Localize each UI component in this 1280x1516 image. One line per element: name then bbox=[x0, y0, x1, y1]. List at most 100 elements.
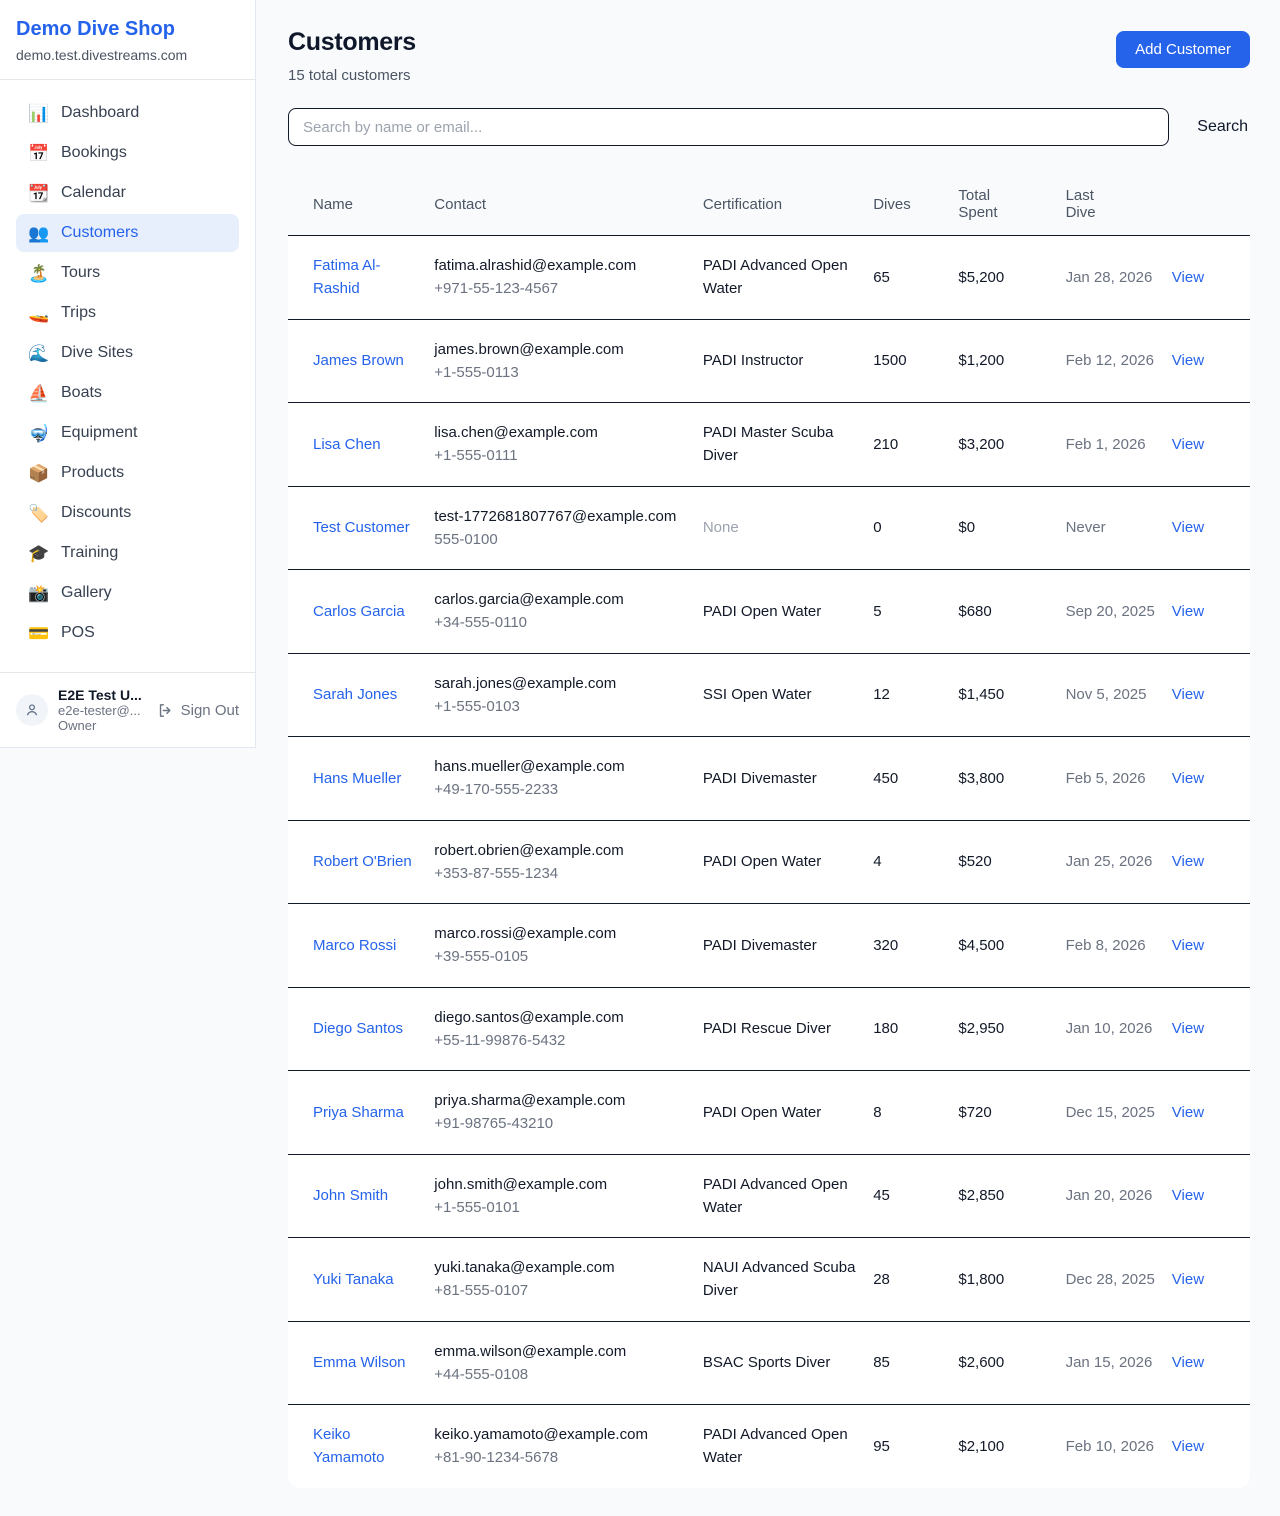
table-row: Lisa Chenlisa.chen@example.com+1-555-011… bbox=[288, 403, 1250, 487]
view-customer-link[interactable]: View bbox=[1172, 1354, 1204, 1371]
view-customer-link[interactable]: View bbox=[1172, 352, 1204, 369]
sidebar-item-discounts[interactable]: 🏷️Discounts bbox=[16, 494, 239, 532]
sidebar-user-footer: E2E Test U... e2e-tester@... Owner Sign … bbox=[0, 672, 255, 747]
sidebar-item-training[interactable]: 🎓Training bbox=[16, 534, 239, 572]
contact-cell: james.brown@example.com+1-555-0113 bbox=[434, 319, 703, 403]
sidebar-item-trips[interactable]: 🚤Trips bbox=[16, 294, 239, 332]
certification-cell: PADI Open Water bbox=[703, 820, 873, 904]
sidebar-item-equipment[interactable]: 🤿Equipment bbox=[16, 414, 239, 452]
column-header-actions bbox=[1172, 173, 1250, 236]
calendar-icon: 📅 bbox=[28, 145, 48, 162]
sidebar-item-gallery[interactable]: 📸Gallery bbox=[16, 574, 239, 612]
sidebar-item-label: Boats bbox=[61, 384, 102, 402]
dives-cell: 450 bbox=[873, 737, 958, 821]
sidebar-item-customers[interactable]: 👥Customers bbox=[16, 214, 239, 252]
camera-icon: 📸 bbox=[28, 585, 48, 602]
add-customer-button[interactable]: Add Customer bbox=[1116, 31, 1250, 68]
page-header-text: Customers 15 total customers bbox=[288, 28, 416, 84]
customer-name-link[interactable]: Fatima Al-Rashid bbox=[313, 257, 381, 297]
customer-name-link[interactable]: James Brown bbox=[313, 352, 404, 369]
name-cell: John Smith bbox=[288, 1154, 434, 1238]
dives-cell: 12 bbox=[873, 653, 958, 737]
package-icon: 📦 bbox=[28, 465, 48, 482]
customer-name-link[interactable]: Lisa Chen bbox=[313, 436, 381, 453]
sidebar-item-label: Products bbox=[61, 464, 124, 482]
sidebar-item-label: Equipment bbox=[61, 424, 138, 442]
certification-cell: PADI Advanced Open Water bbox=[703, 1405, 873, 1488]
total-spent-cell: $1,450 bbox=[958, 653, 1065, 737]
shop-domain: demo.test.divestreams.com bbox=[16, 47, 239, 63]
customer-email: fatima.alrashid@example.com bbox=[434, 254, 693, 277]
sidebar-item-bookings[interactable]: 📅Bookings bbox=[16, 134, 239, 172]
customer-name-link[interactable]: Carlos Garcia bbox=[313, 603, 405, 620]
view-customer-link[interactable]: View bbox=[1172, 937, 1204, 954]
customer-name-link[interactable]: Priya Sharma bbox=[313, 1104, 404, 1121]
customer-name-link[interactable]: Keiko Yamamoto bbox=[313, 1426, 384, 1466]
sidebar-item-label: Tours bbox=[61, 264, 100, 282]
sidebar-item-pos[interactable]: 💳POS bbox=[16, 614, 239, 652]
contact-cell: test-1772681807767@example.com555-0100 bbox=[434, 486, 703, 570]
total-spent-cell: $2,100 bbox=[958, 1405, 1065, 1488]
view-customer-link[interactable]: View bbox=[1172, 1271, 1204, 1288]
total-spent-cell: $3,800 bbox=[958, 737, 1065, 821]
name-cell: Test Customer bbox=[288, 486, 434, 570]
contact-cell: john.smith@example.com+1-555-0101 bbox=[434, 1154, 703, 1238]
table-row: Keiko Yamamotokeiko.yamamoto@example.com… bbox=[288, 1405, 1250, 1488]
actions-cell: View bbox=[1172, 319, 1250, 403]
certification-cell: PADI Advanced Open Water bbox=[703, 1154, 873, 1238]
sidebar-item-tours[interactable]: 🏝️Tours bbox=[16, 254, 239, 292]
certification-cell: NAUI Advanced Scuba Diver bbox=[703, 1238, 873, 1322]
shop-title: Demo Dive Shop bbox=[16, 18, 239, 41]
table-row: James Brown james.brown@example.com+1-555… bbox=[288, 319, 1250, 403]
view-customer-link[interactable]: View bbox=[1172, 436, 1204, 453]
sign-out-button[interactable]: Sign Out bbox=[157, 702, 239, 719]
view-customer-link[interactable]: View bbox=[1172, 269, 1204, 286]
sign-out-label: Sign Out bbox=[181, 702, 239, 719]
customer-name-link[interactable]: Emma Wilson bbox=[313, 1354, 406, 1371]
sidebar-item-products[interactable]: 📦 Products bbox=[16, 454, 239, 492]
customer-name-link[interactable]: John Smith bbox=[313, 1187, 388, 1204]
table-head: NameContactCertificationDivesTotal Spent… bbox=[288, 173, 1250, 236]
customer-email: diego.santos@example.com bbox=[434, 1006, 693, 1029]
column-header-contact: Contact bbox=[434, 173, 703, 236]
last-dive-cell: Nov 5, 2025 bbox=[1066, 653, 1172, 737]
view-customer-link[interactable]: View bbox=[1172, 519, 1204, 536]
customer-name-link[interactable]: Test Customer bbox=[313, 519, 410, 536]
sign-out-icon bbox=[157, 702, 174, 719]
table-row: Carlos Garciacarlos.garcia@example.com+3… bbox=[288, 570, 1250, 654]
people-icon: 👥 bbox=[28, 225, 48, 242]
certification-cell: PADI Open Water bbox=[703, 1071, 873, 1155]
total-spent-cell: $2,600 bbox=[958, 1321, 1065, 1405]
customer-name-link[interactable]: Yuki Tanaka bbox=[313, 1271, 394, 1288]
search-button[interactable]: Search bbox=[1195, 114, 1250, 140]
view-customer-link[interactable]: View bbox=[1172, 1020, 1204, 1037]
view-customer-link[interactable]: View bbox=[1172, 1438, 1204, 1455]
view-customer-link[interactable]: View bbox=[1172, 853, 1204, 870]
last-dive-cell: Feb 12, 2026 bbox=[1066, 319, 1172, 403]
customer-email: emma.wilson@example.com bbox=[434, 1340, 693, 1363]
dives-cell: 1500 bbox=[873, 319, 958, 403]
certification-cell: PADI Master Scuba Diver bbox=[703, 403, 873, 487]
customer-name-link[interactable]: Marco Rossi bbox=[313, 937, 396, 954]
view-customer-link[interactable]: View bbox=[1172, 1104, 1204, 1121]
sidebar-item-dive-sites[interactable]: 🌊Dive Sites bbox=[16, 334, 239, 372]
table-row: Sarah Jonessarah.jones@example.com+1-555… bbox=[288, 653, 1250, 737]
customer-email: robert.obrien@example.com bbox=[434, 839, 693, 862]
sidebar-item-boats[interactable]: ⛵Boats bbox=[16, 374, 239, 412]
table-row: Yuki Tanakayuki.tanaka@example.com+81-55… bbox=[288, 1238, 1250, 1322]
view-customer-link[interactable]: View bbox=[1172, 770, 1204, 787]
customer-name-link[interactable]: Robert O'Brien bbox=[313, 853, 412, 870]
customer-phone: +353-87-555-1234 bbox=[434, 862, 693, 885]
customer-phone: +81-555-0107 bbox=[434, 1279, 693, 1302]
view-customer-link[interactable]: View bbox=[1172, 686, 1204, 703]
view-customer-link[interactable]: View bbox=[1172, 603, 1204, 620]
view-customer-link[interactable]: View bbox=[1172, 1187, 1204, 1204]
customer-name-link[interactable]: Hans Mueller bbox=[313, 770, 401, 787]
sidebar-item-dashboard[interactable]: 📊Dashboard bbox=[16, 94, 239, 132]
search-input[interactable] bbox=[288, 108, 1169, 146]
sidebar-item-calendar[interactable]: 📆Calendar bbox=[16, 174, 239, 212]
customer-count: 15 total customers bbox=[288, 67, 416, 84]
dives-cell: 320 bbox=[873, 904, 958, 988]
customer-name-link[interactable]: Sarah Jones bbox=[313, 686, 397, 703]
customer-name-link[interactable]: Diego Santos bbox=[313, 1020, 403, 1037]
